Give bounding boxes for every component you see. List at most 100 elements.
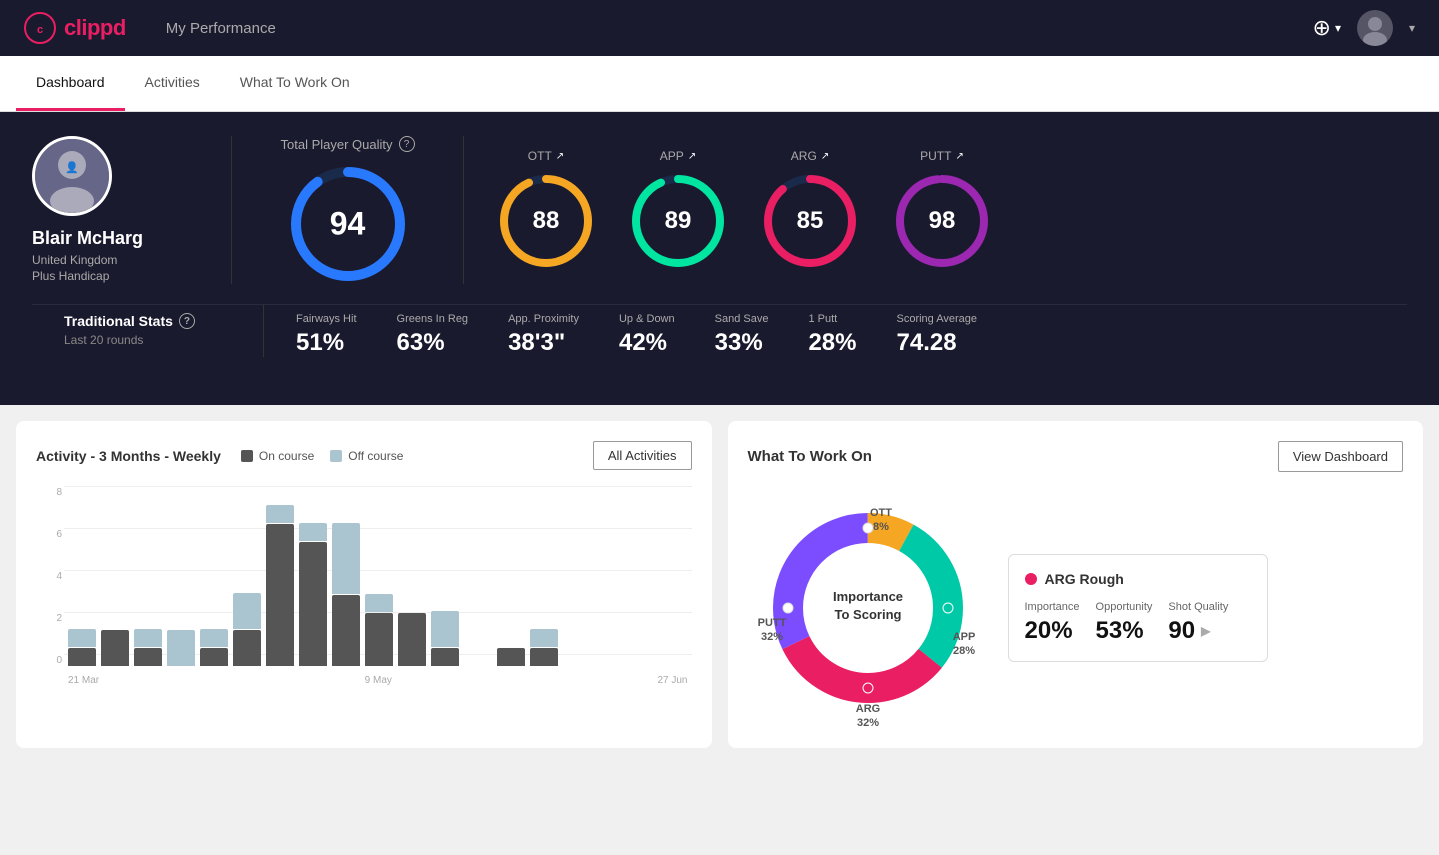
bar-group [68, 629, 96, 666]
svg-text:c: c [37, 24, 43, 36]
y-label-6: 6 [40, 529, 62, 540]
on-course-bar [398, 613, 426, 666]
highlight-dot [1025, 573, 1037, 585]
shot-quality-arrow-icon: ▶ [1201, 624, 1210, 638]
svg-text:8%: 8% [873, 521, 889, 533]
y-label-8: 8 [40, 487, 62, 498]
on-course-bar [530, 648, 558, 666]
off-course-bar [68, 629, 96, 647]
bar-group [200, 629, 228, 666]
logo-section: c clippd My Performance [24, 12, 276, 44]
stats-help-icon[interactable]: ? [179, 313, 195, 329]
arg-trend-icon: ↗ [821, 151, 829, 162]
off-course-bar [266, 505, 294, 523]
putt-trend-icon: ↗ [955, 151, 963, 162]
stat-1putt: 1 Putt 28% [808, 313, 856, 357]
bar-group [266, 505, 294, 666]
off-course-bar [200, 629, 228, 647]
main-tabs: Dashboard Activities What To Work On [0, 56, 1439, 112]
app-circle: 89 [628, 171, 728, 271]
on-course-dot [241, 450, 253, 462]
x-label-mar: 21 Mar [68, 675, 99, 686]
add-button[interactable]: ⊕ ▾ [1313, 15, 1341, 41]
arg-value: 85 [797, 207, 824, 235]
off-course-bar [332, 523, 360, 594]
on-course-bar [233, 630, 261, 666]
chart-legend: On course Off course [241, 449, 404, 463]
activity-card: Activity - 3 Months - Weekly On course O… [16, 421, 712, 748]
off-course-bar [233, 593, 261, 629]
bar-group [365, 594, 393, 666]
player-country: United Kingdom [32, 253, 117, 267]
stat-proximity: App. Proximity 38'3" [508, 313, 579, 357]
page-title: My Performance [166, 20, 276, 37]
ott-label: OTT ↗ [528, 149, 564, 163]
legend-on-course: On course [241, 449, 314, 463]
hero-section: 👤 Blair McHarg United Kingdom Plus Handi… [0, 112, 1439, 405]
y-label-2: 2 [40, 613, 62, 624]
stat-up-down: Up & Down 42% [619, 313, 675, 357]
scores-section: Total Player Quality ? 94 OTT [232, 136, 1407, 284]
score-app: APP ↗ 89 [628, 149, 728, 271]
stat-scoring: Scoring Average 74.28 [897, 313, 978, 357]
stats-label-section: Traditional Stats ? Last 20 rounds [64, 305, 264, 357]
on-course-bar [332, 595, 360, 666]
x-label-may: 9 May [365, 675, 392, 686]
stat-fairways: Fairways Hit 51% [296, 313, 357, 357]
legend-off-course: Off course [330, 449, 403, 463]
work-card-header: What To Work On View Dashboard [748, 441, 1404, 472]
off-course-bar [134, 629, 162, 647]
metric-importance: Importance 20% [1025, 601, 1080, 645]
off-course-bar [299, 523, 327, 541]
svg-text:32%: 32% [760, 631, 782, 643]
help-icon[interactable]: ? [399, 136, 415, 152]
putt-value: 98 [929, 207, 956, 235]
score-putt: PUTT ↗ 98 [892, 149, 992, 271]
stat-greens: Greens In Reg 63% [397, 313, 469, 357]
logo-icon: c [24, 12, 56, 44]
svg-text:ARG: ARG [855, 703, 879, 715]
player-name: Blair McHarg [32, 228, 143, 249]
highlight-metrics: Importance 20% Opportunity 53% Shot Qual… [1025, 601, 1251, 645]
off-course-bar [530, 629, 558, 647]
on-course-bar [101, 630, 129, 666]
user-avatar[interactable] [1357, 10, 1393, 46]
bar-group [431, 611, 459, 666]
arg-circle: 85 [760, 171, 860, 271]
ott-value: 88 [533, 207, 560, 235]
view-dashboard-button[interactable]: View Dashboard [1278, 441, 1403, 472]
off-course-bar [365, 594, 393, 612]
metric-shot-quality: Shot Quality 90 ▶ [1168, 601, 1228, 645]
off-course-bar [431, 611, 459, 647]
off-course-bar [167, 630, 195, 666]
highlight-title: ARG Rough [1025, 571, 1251, 587]
arg-label: ARG ↗ [791, 149, 829, 163]
svg-text:32%: 32% [856, 717, 878, 728]
total-quality-circle: 94 [288, 164, 408, 284]
chart-wrapper: 8 6 4 2 0 [36, 486, 692, 686]
svg-text:PUTT: PUTT [757, 617, 786, 629]
importance-value: 20% [1025, 617, 1080, 645]
activity-card-header: Activity - 3 Months - Weekly On course O… [36, 441, 692, 470]
tab-activities[interactable]: Activities [125, 56, 220, 111]
player-info: 👤 Blair McHarg United Kingdom Plus Handi… [32, 136, 232, 284]
on-course-bar [134, 648, 162, 666]
avatar: 👤 [32, 136, 112, 216]
tab-what-to-work-on[interactable]: What To Work On [220, 56, 370, 111]
total-quality-value: 94 [330, 206, 366, 243]
svg-text:👤: 👤 [65, 161, 79, 174]
tab-dashboard[interactable]: Dashboard [16, 56, 125, 111]
activity-chart-title: Activity - 3 Months - Weekly [36, 448, 221, 464]
putt-label: PUTT ↗ [920, 149, 964, 163]
score-circles: OTT ↗ 88 APP ↗ [464, 149, 992, 271]
hero-top: 👤 Blair McHarg United Kingdom Plus Handi… [32, 136, 1407, 284]
all-activities-button[interactable]: All Activities [593, 441, 692, 470]
opportunity-value: 53% [1096, 617, 1153, 645]
on-course-bar [68, 648, 96, 666]
bar-group [233, 593, 261, 666]
stat-sand-save: Sand Save 33% [715, 313, 769, 357]
bar-group [167, 630, 195, 666]
on-course-bar [299, 542, 327, 666]
bar-group [332, 523, 360, 666]
bar-group [530, 629, 558, 666]
